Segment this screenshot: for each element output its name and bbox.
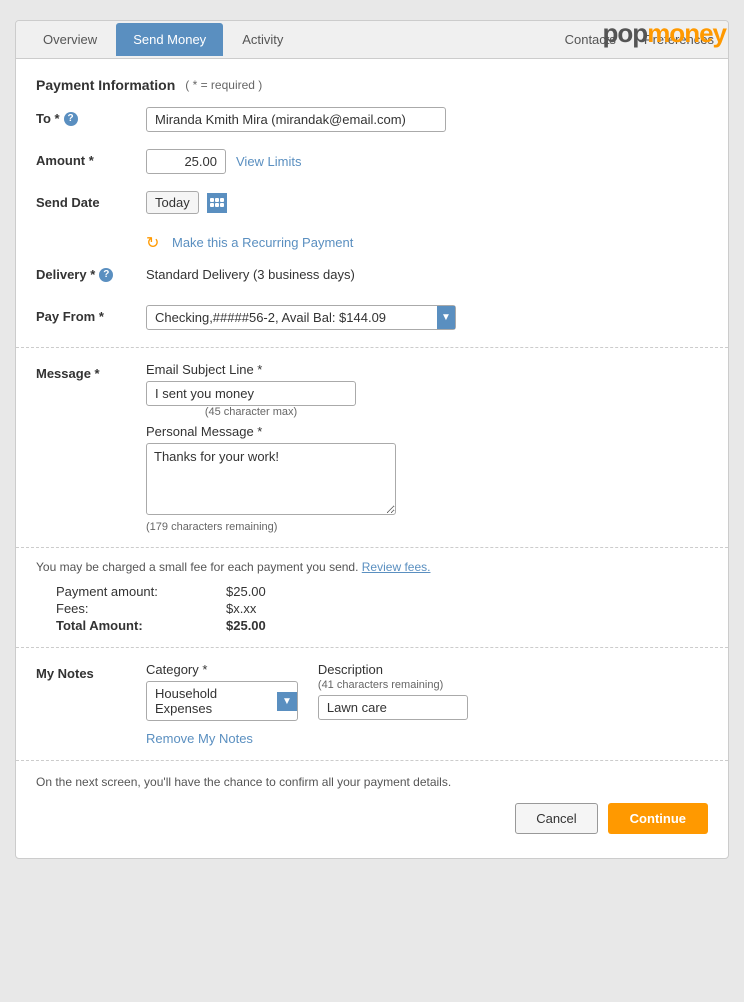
form-area: Payment Information ( * = required ) To … [16, 59, 728, 858]
payment-amount-label: Payment amount: [56, 584, 186, 599]
popmoney-logo: popmoney [603, 18, 726, 49]
bottom-section: On the next screen, you'll have the chan… [16, 760, 728, 848]
pay-from-row: Pay From * Checking,#####56-2, Avail Bal… [36, 305, 708, 333]
fees-label: Fees: [56, 601, 186, 616]
amount-input[interactable] [146, 149, 226, 174]
char-max: (45 character max) [146, 406, 356, 418]
tab-activity[interactable]: Activity [225, 23, 300, 56]
section-header: Payment Information ( * = required ) [36, 77, 708, 93]
to-help-icon[interactable]: ? [64, 112, 78, 126]
pay-from-select[interactable]: Checking,#####56-2, Avail Bal: $144.09 ▼ [146, 305, 456, 330]
recurring-row: ↻ Make this a Recurring Payment [36, 233, 708, 251]
fee-notice: You may be charged a small fee for each … [36, 560, 708, 574]
payment-info-title: Payment Information [36, 77, 175, 93]
delivery-text: Standard Delivery (3 business days) [146, 263, 708, 282]
email-subject-label: Email Subject Line * [146, 362, 708, 377]
delivery-control: Standard Delivery (3 business days) [146, 263, 708, 282]
to-control [146, 107, 708, 132]
notes-section: My Notes Category * Household Expenses ▼ [16, 647, 728, 760]
recurring-icon: ↻ [146, 233, 164, 251]
fee-table: Payment amount: $25.00 Fees: $x.xx Total… [56, 584, 708, 633]
to-row: To * ? [36, 107, 708, 135]
main-card: Overview Send Money Activity Contacts Pr… [15, 20, 729, 859]
tab-send-money[interactable]: Send Money [116, 23, 223, 56]
pay-from-arrow: ▼ [437, 306, 455, 329]
message-section-inner: Message * Email Subject Line * (45 chara… [36, 362, 708, 533]
send-date-row: Send Date Today [36, 191, 708, 219]
delivery-help-icon[interactable]: ? [99, 268, 113, 282]
today-button[interactable]: Today [146, 191, 199, 214]
recurring-link[interactable]: Make this a Recurring Payment [172, 235, 353, 250]
category-value: Household Expenses [147, 682, 277, 720]
amount-label: Amount * [36, 149, 146, 168]
pay-from-label: Pay From * [36, 305, 146, 324]
send-date-area: Today [146, 191, 708, 214]
description-label: Description [318, 662, 468, 677]
pay-from-control: Checking,#####56-2, Avail Bal: $144.09 ▼ [146, 305, 708, 330]
tab-overview[interactable]: Overview [26, 23, 114, 56]
notes-label: My Notes [36, 662, 146, 681]
delivery-row: Delivery * ? Standard Delivery (3 busine… [36, 263, 708, 291]
fees-row: Fees: $x.xx [56, 601, 708, 616]
logo-pop: pop [603, 18, 648, 48]
calendar-icon[interactable] [207, 193, 227, 213]
chars-remaining: (179 characters remaining) [146, 521, 708, 533]
category-select[interactable]: Household Expenses ▼ [146, 681, 298, 721]
calendar-grid [210, 198, 224, 207]
total-row: Total Amount: $25.00 [56, 618, 708, 633]
notes-inner: My Notes Category * Household Expenses ▼ [36, 662, 708, 746]
description-input[interactable] [318, 695, 468, 720]
amount-control: View Limits [146, 149, 708, 174]
personal-message-textarea[interactable]: Thanks for your work! [146, 443, 396, 515]
review-fees-link[interactable]: Review fees. [362, 560, 431, 574]
total-label: Total Amount: [56, 618, 186, 633]
send-date-label: Send Date [36, 191, 146, 210]
desc-chars: (41 characters remaining) [318, 679, 468, 691]
to-input[interactable] [146, 107, 446, 132]
payment-amount-row: Payment amount: $25.00 [56, 584, 708, 599]
category-area: Category * Household Expenses ▼ [146, 662, 298, 721]
message-section: Message * Email Subject Line * (45 chara… [16, 347, 728, 547]
payment-amount-value: $25.00 [226, 584, 266, 599]
action-buttons: Cancel Continue [36, 803, 708, 834]
fees-value: $x.xx [226, 601, 256, 616]
delivery-label: Delivery * ? [36, 263, 146, 282]
message-label: Message * [36, 362, 146, 381]
pay-from-value: Checking,#####56-2, Avail Bal: $144.09 [155, 310, 429, 325]
cancel-button[interactable]: Cancel [515, 803, 597, 834]
logo-money: money [647, 18, 726, 48]
message-fields: Email Subject Line * (45 character max) … [146, 362, 708, 533]
send-date-control: Today [146, 191, 708, 214]
description-area: Description (41 characters remaining) [318, 662, 468, 720]
notes-row: Category * Household Expenses ▼ Descript… [146, 662, 708, 721]
amount-row: Amount * View Limits [36, 149, 708, 177]
view-limits-link[interactable]: View Limits [236, 154, 302, 169]
total-value: $25.00 [226, 618, 266, 633]
notes-fields: Category * Household Expenses ▼ Descript… [146, 662, 708, 746]
remove-notes-link[interactable]: Remove My Notes [146, 731, 708, 746]
required-note: ( * = required ) [185, 78, 262, 92]
category-arrow: ▼ [277, 692, 297, 711]
continue-button[interactable]: Continue [608, 803, 708, 834]
to-label: To * ? [36, 107, 146, 126]
email-subject-input[interactable] [146, 381, 356, 406]
fee-section: You may be charged a small fee for each … [16, 547, 728, 647]
confirm-notice: On the next screen, you'll have the chan… [36, 775, 708, 789]
personal-msg-label: Personal Message * [146, 424, 708, 439]
category-label: Category * [146, 662, 298, 677]
